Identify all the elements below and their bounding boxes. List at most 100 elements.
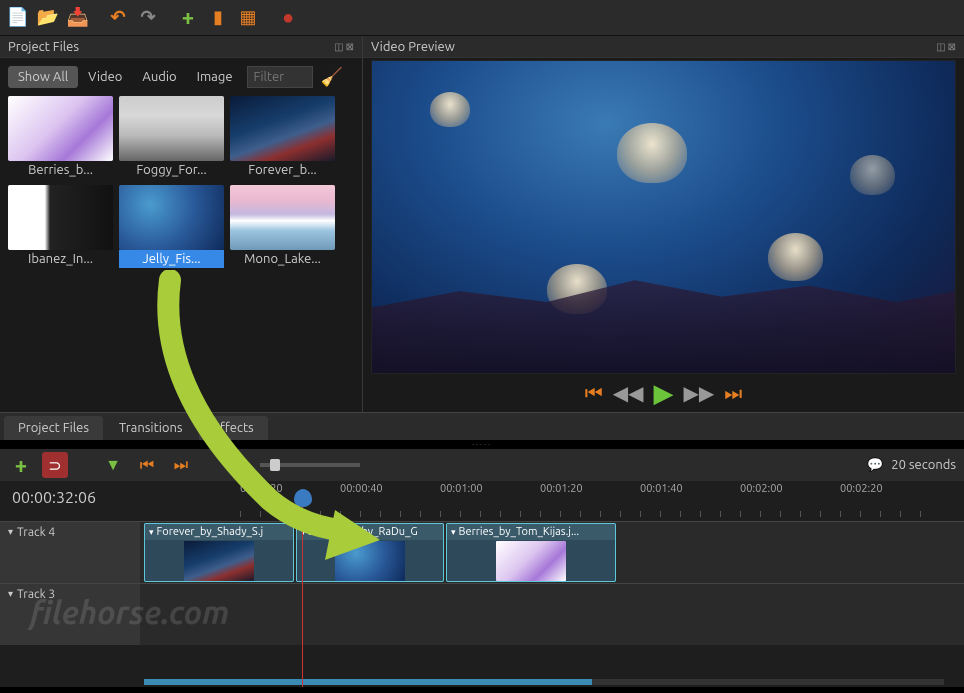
- marker-dropdown-icon[interactable]: ▼: [100, 452, 126, 478]
- thumbnail-item[interactable]: Forever_b...: [230, 96, 335, 179]
- preview-video: [371, 60, 956, 374]
- jump-start-icon[interactable]: ⏮: [585, 381, 603, 405]
- main-toolbar: 📄 📂 📥 ↶ ↷ + ▮ ▦ ●: [0, 0, 964, 36]
- clip-header: ▾Berries_by_Tom_Kijas.j...: [447, 524, 615, 540]
- show-all-button[interactable]: Show All: [8, 66, 78, 88]
- open-file-icon[interactable]: 📂: [34, 4, 62, 32]
- playhead-handle-icon[interactable]: [294, 489, 312, 507]
- main-split: Project Files ◫ ⊠ Show All Video Audio I…: [0, 36, 964, 412]
- thumbnail-grid: Berries_b... Foggy_For... Forever_b... I…: [0, 96, 362, 268]
- new-file-icon[interactable]: 📄: [4, 4, 32, 32]
- close-preview-icon[interactable]: ⊠: [948, 41, 956, 53]
- thumbnail-image: [119, 96, 224, 161]
- clip-header: ▾Jelly_Fish_by_RaDu_G: [297, 524, 443, 540]
- clip-header: ▾Forever_by_Shady_S.j: [145, 524, 293, 540]
- download-icon[interactable]: 📥: [64, 4, 92, 32]
- play-controls: ⏮ ◀◀ ▶ ▶▶ ⏭: [371, 378, 956, 408]
- ruler-tick: 00:01:20: [540, 483, 583, 495]
- clear-filter-icon[interactable]: 🧹: [321, 67, 343, 88]
- ruler-tick: 00:01:40: [640, 483, 683, 495]
- project-files-title: Project Files: [8, 40, 79, 54]
- chevron-down-icon: ▾: [8, 526, 13, 538]
- add-icon[interactable]: +: [174, 4, 202, 32]
- thumbnail-label: Ibanez_In...: [8, 250, 113, 268]
- redo-icon[interactable]: ↷: [134, 4, 162, 32]
- center-playhead-icon[interactable]: ⊕: [226, 452, 252, 478]
- playhead[interactable]: [302, 503, 303, 687]
- next-marker-icon[interactable]: ⏭: [168, 452, 194, 478]
- track-3-lane[interactable]: [140, 584, 964, 645]
- filter-row: Show All Video Audio Image 🧹: [0, 58, 362, 96]
- clip-thumbnail: [496, 541, 566, 581]
- timeline-clip[interactable]: ▾Berries_by_Tom_Kijas.j...: [446, 523, 616, 582]
- thumbnail-item[interactable]: Berries_b...: [8, 96, 113, 179]
- clip-thumbnail: [184, 541, 254, 581]
- detach-preview-icon[interactable]: ◫: [936, 41, 945, 53]
- track-3: ▾ Track 3: [0, 583, 964, 645]
- splitter-handle[interactable]: ·····: [0, 440, 964, 449]
- project-files-header: Project Files ◫ ⊠: [0, 36, 362, 58]
- zoom-readout-icon[interactable]: 💬: [867, 458, 883, 473]
- track-3-label: Track 3: [17, 588, 55, 601]
- chevron-down-icon: ▾: [8, 588, 13, 600]
- tab-project-files[interactable]: Project Files: [4, 416, 103, 440]
- fast-forward-icon[interactable]: ▶▶: [684, 381, 715, 405]
- prev-marker-icon[interactable]: ⏮: [134, 452, 160, 478]
- tab-transitions[interactable]: Transitions: [105, 416, 197, 440]
- timeline-toolbar: + ⊃ ▼ ⏮ ⏭ ⊕ 💬 20 seconds: [0, 449, 964, 481]
- zoom-slider[interactable]: [260, 463, 360, 467]
- thumbnail-image: [230, 185, 335, 250]
- thumbnail-image: [8, 185, 113, 250]
- ruler-tick: 00:01:00: [440, 483, 483, 495]
- track-3-header[interactable]: ▾ Track 3: [0, 584, 140, 645]
- thumbnail-label: Jelly_Fis...: [119, 250, 224, 268]
- thumbnail-item[interactable]: Ibanez_In...: [8, 185, 113, 268]
- track-4-header[interactable]: ▾ Track 4: [0, 522, 140, 583]
- clip-body: [145, 540, 293, 582]
- chevron-down-icon: ▾: [451, 527, 456, 538]
- snap-icon[interactable]: ⊃: [42, 452, 68, 478]
- detach-icon[interactable]: ◫: [334, 41, 343, 53]
- play-icon[interactable]: ▶: [654, 378, 674, 409]
- tab-effects[interactable]: Effects: [199, 416, 268, 440]
- thumbnail-item[interactable]: Mono_Lake...: [230, 185, 335, 268]
- ruler-tick: 00:02:20: [840, 483, 883, 495]
- thumbnail-item[interactable]: Jelly_Fis...: [119, 185, 224, 268]
- thumbnail-label: Forever_b...: [230, 161, 335, 179]
- thumbnail-label: Berries_b...: [8, 161, 113, 179]
- timeline-clip[interactable]: ▾Jelly_Fish_by_RaDu_G: [296, 523, 444, 582]
- preview-wrap: ⏮ ◀◀ ▶ ▶▶ ⏭: [363, 58, 964, 412]
- undo-icon[interactable]: ↶: [104, 4, 132, 32]
- chevron-down-icon: ▾: [149, 527, 154, 538]
- clip-label: Jelly_Fish_by_RaDu_G: [309, 526, 418, 538]
- zoom-readout: 20 seconds: [891, 458, 956, 472]
- clip-body: [297, 540, 443, 582]
- rewind-icon[interactable]: ◀◀: [613, 381, 644, 405]
- clip-label: Berries_by_Tom_Kijas.j...: [459, 526, 580, 538]
- timeline-scrollbar[interactable]: [144, 679, 944, 685]
- split-icon[interactable]: ▦: [234, 4, 262, 32]
- ruler-tick: 00:00:40: [340, 483, 383, 495]
- left-tabs: Project Files Transitions Effects: [0, 412, 964, 440]
- thumbnail-image: [119, 185, 224, 250]
- thumbnail-image: [230, 96, 335, 161]
- ruler-tick: 00:02:00: [740, 483, 783, 495]
- close-pane-icon[interactable]: ⊠: [346, 41, 354, 53]
- record-icon[interactable]: ●: [274, 4, 302, 32]
- timeline: 00:00:32:06 00:00:2000:00:4000:01:0000:0…: [0, 481, 964, 687]
- timeline-ruler[interactable]: 00:00:2000:00:4000:01:0000:01:2000:01:40…: [200, 481, 964, 521]
- filter-input[interactable]: [247, 66, 313, 88]
- clip-body: [447, 540, 615, 582]
- video-filter-button[interactable]: Video: [78, 66, 132, 88]
- timeline-clip[interactable]: ▾Forever_by_Shady_S.j: [144, 523, 294, 582]
- audio-filter-button[interactable]: Audio: [132, 66, 186, 88]
- clip-thumbnail: [335, 541, 405, 581]
- marker-icon[interactable]: ▮: [204, 4, 232, 32]
- track-4-lane[interactable]: ▾Forever_by_Shady_S.j ▾Jelly_Fish_by_RaD…: [140, 522, 964, 583]
- thumbnail-item[interactable]: Foggy_For...: [119, 96, 224, 179]
- jump-end-icon[interactable]: ⏭: [724, 381, 742, 405]
- add-track-icon[interactable]: +: [8, 452, 34, 478]
- preview-header: Video Preview ◫ ⊠: [363, 36, 964, 58]
- track-4: ▾ Track 4 ▾Forever_by_Shady_S.j ▾Jelly_F…: [0, 521, 964, 583]
- image-filter-button[interactable]: Image: [187, 66, 243, 88]
